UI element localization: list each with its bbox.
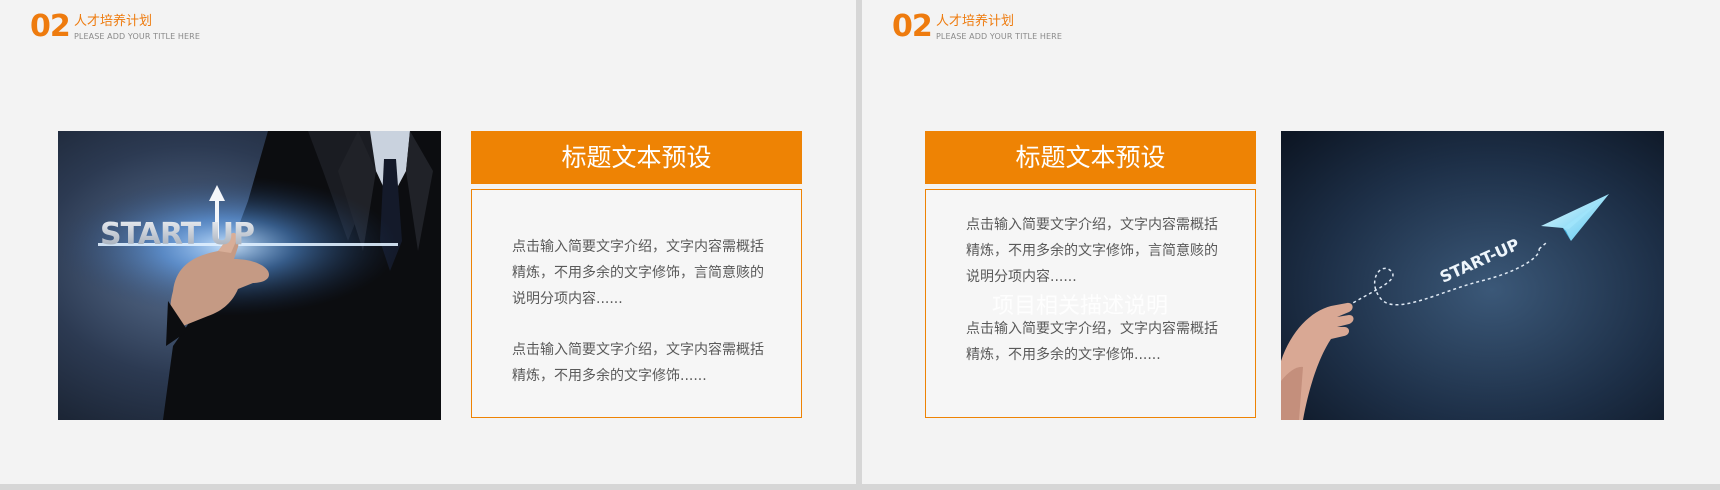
card-paragraph-1: 点击输入简要文字介绍，文字内容需概括精炼，不用多余的文字修饰，言简意赅的说明分项… (512, 239, 764, 307)
slide-stage: 02 人才培养计划 PLEASE ADD YOUR TITLE HERE STA… (0, 0, 1720, 490)
slide-left: 02 人才培养计划 PLEASE ADD YOUR TITLE HERE STA… (0, 0, 856, 484)
slide-right: 02 人才培养计划 PLEASE ADD YOUR TITLE HERE 标题文… (862, 0, 1720, 484)
section-number: 02 (892, 9, 933, 44)
card-text-box: 点击输入简要文字介绍，文字内容需概括精炼，不用多余的文字修饰，言简意赅的说明分项… (925, 189, 1256, 418)
watermark-text: 项目相关描述说明 (992, 294, 1169, 319)
photo-start-up-text: START UP (100, 217, 254, 252)
card-paragraph-2: 点击输入简要文字介绍，文字内容需概括精炼，不用多余的文字修饰...... (966, 321, 1218, 363)
section-subtitle: PLEASE ADD YOUR TITLE HERE (74, 32, 200, 41)
section-subtitle: PLEASE ADD YOUR TITLE HERE (936, 32, 1062, 41)
card-text-box: 点击输入简要文字介绍，文字内容需概括精炼，不用多余的文字修饰，言简意赅的说明分项… (471, 189, 802, 418)
card-title-bar: 标题文本预设 (471, 131, 802, 184)
paper-plane-photo: START-UP (1281, 131, 1664, 420)
section-title: 人才培养计划 (936, 14, 1015, 29)
startup-businessman-photo: START UP (58, 131, 441, 420)
card-paragraph-1: 点击输入简要文字介绍，文字内容需概括精炼，不用多余的文字修饰，言简意赅的说明分项… (966, 217, 1218, 285)
card-title-bar: 标题文本预设 (925, 131, 1256, 184)
card-title: 标题文本预设 (1015, 143, 1166, 172)
section-title: 人才培养计划 (74, 14, 153, 29)
card-title: 标题文本预设 (561, 143, 712, 172)
card-paragraph-2: 点击输入简要文字介绍，文字内容需概括精炼，不用多余的文字修饰...... (512, 342, 764, 384)
section-number: 02 (30, 9, 71, 44)
